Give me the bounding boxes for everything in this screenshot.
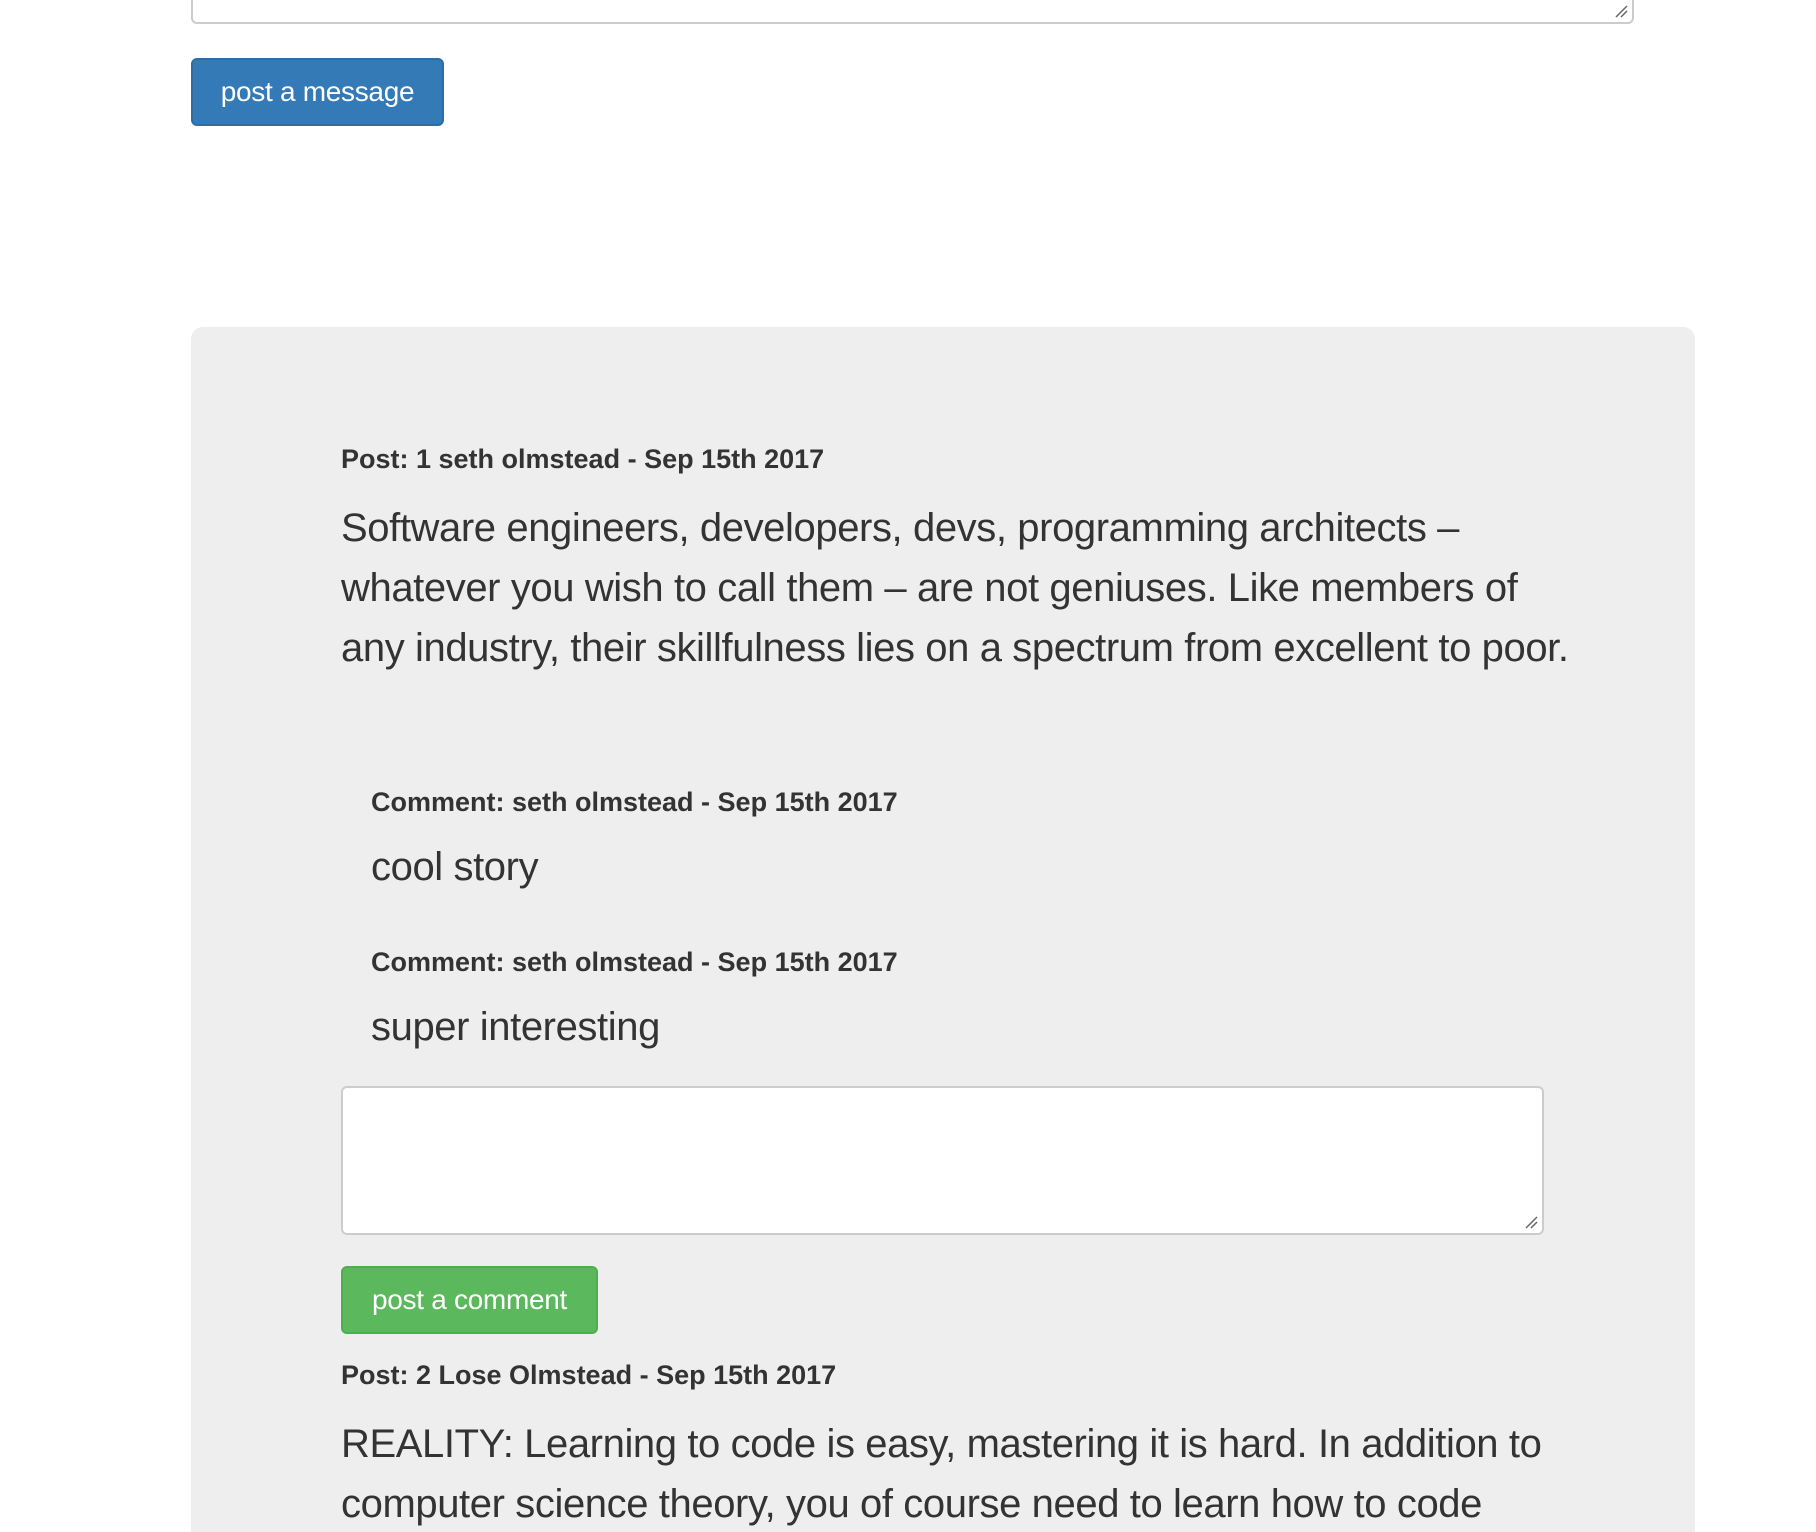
- resize-grip-icon[interactable]: [1524, 1215, 1538, 1229]
- post-comment-button[interactable]: post a comment: [341, 1266, 598, 1334]
- post-body: Software engineers, developers, devs, pr…: [341, 506, 1569, 670]
- comment-textarea[interactable]: [341, 1086, 1544, 1235]
- comment-body: super interesting: [371, 1005, 660, 1049]
- comment-header: Comment: seth olmstead - Sep 15th 2017: [371, 787, 898, 817]
- post-header: Post: 2 Lose Olmstead - Sep 15th 2017: [341, 1360, 837, 1390]
- comment-header: Comment: seth olmstead - Sep 15th 2017: [371, 947, 898, 977]
- message-textarea[interactable]: [191, 0, 1634, 24]
- resize-grip-icon[interactable]: [1614, 4, 1628, 18]
- post-body: REALITY: Learning to code is easy, maste…: [341, 1422, 1542, 1526]
- comment-body: cool story: [371, 845, 539, 889]
- post-header: Post: 1 seth olmstead - Sep 15th 2017: [341, 444, 825, 474]
- page: post a message Post: 1 seth olmstead - S…: [0, 0, 1816, 1532]
- post-message-button[interactable]: post a message: [191, 58, 444, 126]
